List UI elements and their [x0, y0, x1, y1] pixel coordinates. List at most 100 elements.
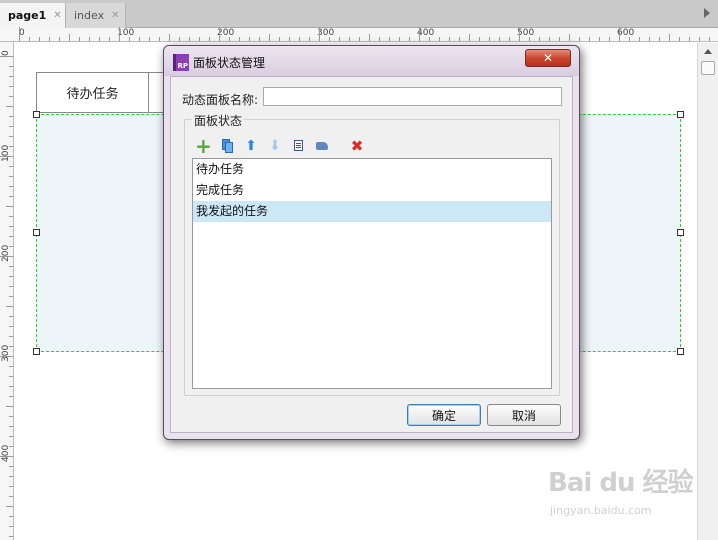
- ruler-tick: [689, 37, 690, 41]
- resize-handle[interactable]: [677, 229, 684, 236]
- ruler-tick: [119, 27, 120, 41]
- state-item-initiated[interactable]: 我发起的任务: [193, 201, 551, 222]
- ruler-tick: [9, 466, 13, 467]
- panel-name-input[interactable]: [263, 87, 562, 106]
- ruler-tick: [9, 116, 13, 117]
- ruler-tick: [9, 86, 13, 87]
- ruler-tick: [629, 37, 630, 41]
- move-up-icon[interactable]: ⬆: [243, 138, 259, 154]
- app-icon-text: RP: [177, 62, 188, 70]
- ruler-tick: [0, 56, 13, 57]
- ruler-tick: [329, 37, 330, 41]
- ruler-tick: [9, 66, 13, 67]
- ruler-tick: [159, 37, 160, 41]
- dialog-body: 动态面板名称: 面板状态 + ⬆ ⬇ ✖ 待办任务 完成任务 我发起的任务 确定…: [170, 76, 573, 433]
- ruler-tick: [9, 536, 13, 537]
- ruler-tick: [129, 37, 130, 41]
- ruler-tick: [579, 37, 580, 41]
- edit-icon[interactable]: [291, 138, 307, 154]
- ruler-tick: [9, 276, 13, 277]
- resize-handle[interactable]: [33, 229, 40, 236]
- ruler-tick: [389, 37, 390, 41]
- state-list[interactable]: 待办任务 完成任务 我发起的任务: [192, 158, 552, 389]
- scroll-right-icon[interactable]: [704, 8, 710, 18]
- tab-button-todo[interactable]: 待办任务: [36, 72, 149, 113]
- ruler-tick: [349, 37, 350, 41]
- dialog-titlebar[interactable]: RP 面板状态管理 ✕: [164, 46, 579, 76]
- ruler-tick: [609, 37, 610, 41]
- ruler-tick: [6, 106, 13, 107]
- ruler-tick: [219, 27, 220, 41]
- add-icon[interactable]: +: [195, 136, 212, 156]
- state-item-done[interactable]: 完成任务: [193, 180, 551, 201]
- ruler-tick: [99, 37, 100, 41]
- ruler-tick: [519, 27, 520, 41]
- ruler-tick: [339, 37, 340, 41]
- ruler-tick: [509, 37, 510, 41]
- ruler-tick: [6, 306, 13, 307]
- ruler-tick: [199, 37, 200, 41]
- ruler-tick: [9, 516, 13, 517]
- ruler-tick: [499, 37, 500, 41]
- tab-page1[interactable]: page1 ✕: [0, 3, 66, 28]
- resize-handle[interactable]: [33, 111, 40, 118]
- ruler-tick: [709, 37, 710, 41]
- ruler-tick: [9, 326, 13, 327]
- move-to-icon[interactable]: [315, 138, 331, 154]
- delete-icon[interactable]: ✖: [349, 138, 365, 154]
- ruler-tick: [639, 37, 640, 41]
- ruler-tick: [249, 37, 250, 41]
- cancel-button[interactable]: 取消: [487, 404, 561, 426]
- ruler-tick: [379, 37, 380, 41]
- ruler-tick: [419, 27, 420, 41]
- close-icon[interactable]: ✕: [53, 10, 61, 21]
- ruler-tick: [9, 396, 13, 397]
- ruler-tick: [9, 316, 13, 317]
- ruler-tick: [9, 476, 13, 477]
- tab-button-label: 待办任务: [66, 87, 119, 102]
- scrollbar-thumb[interactable]: [701, 61, 715, 75]
- horizontal-ruler: 0 100 200 300 400 500 600: [0, 27, 718, 42]
- ruler-tick: [669, 34, 670, 41]
- ruler-tick: [409, 37, 410, 41]
- resize-handle[interactable]: [33, 348, 40, 355]
- scroll-up-icon[interactable]: [704, 49, 712, 54]
- vertical-ruler: 0 100 200 300 400: [0, 42, 14, 540]
- resize-handle[interactable]: [677, 348, 684, 355]
- ruler-tick: [6, 406, 13, 407]
- ruler-tick: [559, 37, 560, 41]
- panel-state-dialog: RP 面板状态管理 ✕ 动态面板名称: 面板状态 + ⬆ ⬇ ✖ 待办任务 完成…: [163, 45, 580, 440]
- ruler-tick: [169, 34, 170, 41]
- dialog-close-button[interactable]: ✕: [525, 49, 571, 67]
- close-icon[interactable]: ✕: [111, 10, 119, 21]
- ruler-tick: [39, 37, 40, 41]
- ruler-tick: [239, 37, 240, 41]
- panel-name-label: 动态面板名称:: [182, 93, 259, 107]
- ruler-tick: [79, 37, 80, 41]
- state-item-todo[interactable]: 待办任务: [193, 159, 551, 180]
- ok-button[interactable]: 确定: [407, 404, 481, 426]
- ruler-tick: [9, 366, 13, 367]
- ruler-tick: [189, 37, 190, 41]
- ruler-tick: [599, 37, 600, 41]
- ruler-tick: [269, 34, 270, 41]
- ruler-tick: [699, 37, 700, 41]
- ruler-tick: [0, 456, 13, 457]
- move-down-icon[interactable]: ⬇: [267, 138, 283, 154]
- dialog-title: 面板状态管理: [193, 56, 266, 70]
- ruler-tick: [59, 37, 60, 41]
- ruler-tick: [19, 27, 20, 41]
- tab-index[interactable]: index ✕: [66, 3, 126, 28]
- ruler-tick: [9, 496, 13, 497]
- duplicate-icon[interactable]: [219, 138, 235, 154]
- ruler-tick: [229, 37, 230, 41]
- ruler-tick: [9, 216, 13, 217]
- ruler-tick: [9, 146, 13, 147]
- resize-handle[interactable]: [677, 111, 684, 118]
- ruler-label: 300: [1, 344, 11, 362]
- ruler-label: 100: [1, 144, 11, 162]
- ruler-tick: [659, 37, 660, 41]
- ruler-tick: [299, 37, 300, 41]
- ruler-tick: [309, 37, 310, 41]
- ruler-tick: [479, 37, 480, 41]
